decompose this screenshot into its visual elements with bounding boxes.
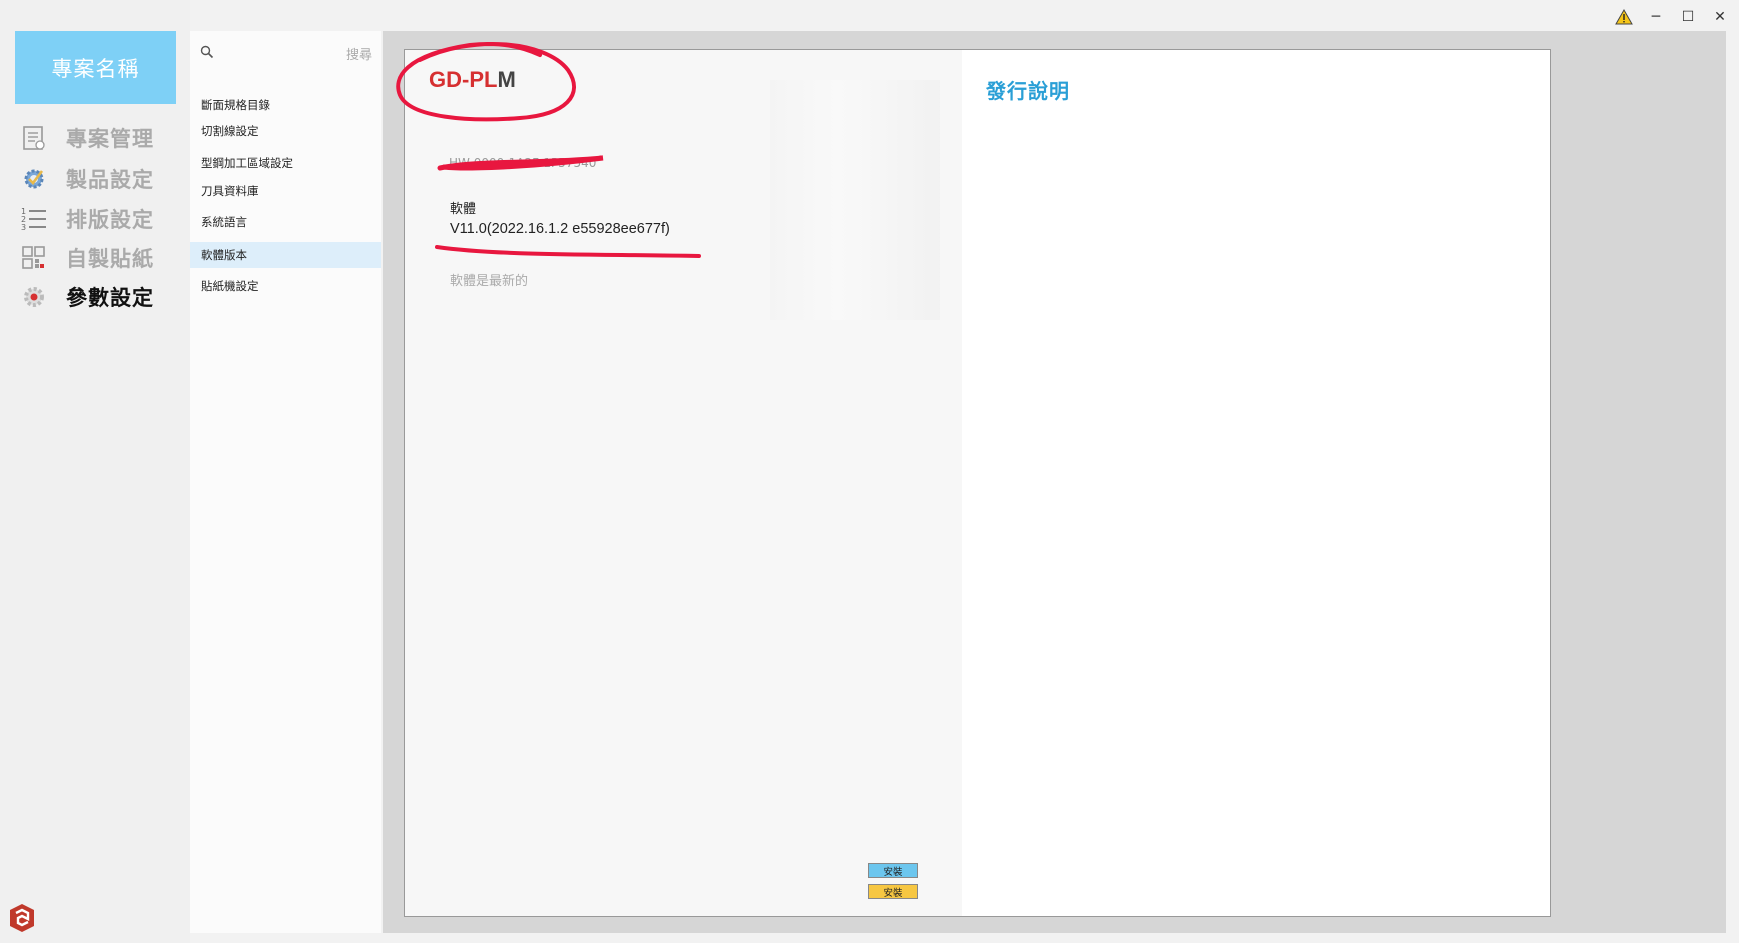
sidebar-item-layout-settings[interactable]: 123 排版設定	[20, 204, 190, 234]
submenu-item-label: 刀具資料庫	[201, 184, 259, 198]
gear-icon	[20, 283, 48, 311]
document-list-icon	[20, 124, 48, 152]
logo-l: L	[484, 67, 498, 92]
sidebar-item-label: 製品設定	[66, 168, 154, 192]
sidebar-item-label: 參數設定	[66, 286, 154, 310]
submenu-item-system-language[interactable]: 系統語言	[190, 209, 381, 235]
warning-icon[interactable]	[1613, 8, 1635, 26]
submenu-item-software-version[interactable]: 軟體版本	[190, 242, 381, 268]
window-controls: ─ ☐ ✕	[1613, 8, 1731, 26]
main-sidebar: 專案名稱 專案管理 製品設定 123 排版設定 自製貼紙 參數設定	[0, 0, 190, 943]
update-status: 軟體是最新的	[450, 274, 529, 289]
sidebar-item-label: 專案管理	[66, 127, 154, 151]
app-logo-icon	[6, 902, 38, 934]
submenu-item-label: 系統語言	[201, 215, 247, 229]
software-label: 軟體	[450, 202, 477, 217]
hardware-id: HW-0000-1A2F-1P57540	[449, 156, 597, 170]
search-placeholder: 搜尋	[345, 48, 372, 63]
minimize-button[interactable]: ─	[1645, 8, 1667, 26]
project-name-button[interactable]: 專案名稱	[15, 31, 176, 104]
submenu-item-machining-area[interactable]: 型鋼加工區域設定	[190, 150, 381, 176]
submenu-item-label: 貼紙機設定	[201, 279, 259, 293]
grid-tiles-icon	[20, 244, 48, 272]
release-notes-title: 發行說明	[986, 79, 1070, 103]
product-logo: GD-PLM	[429, 67, 516, 93]
settings-submenu: 搜尋 斷面規格目錄 切割線設定 型鋼加工區域設定 刀具資料庫 系統語言 軟體版本…	[190, 31, 381, 933]
software-version: V11.0(2022.16.1.2 e55928ee677f)	[450, 221, 670, 237]
background-watermark	[770, 80, 940, 320]
submenu-item-sticker-machine[interactable]: 貼紙機設定	[190, 273, 381, 299]
install-button-secondary[interactable]: 安裝	[868, 884, 918, 899]
search-box[interactable]: 搜尋	[200, 43, 372, 65]
sidebar-item-parameter-settings[interactable]: 參數設定	[20, 282, 190, 312]
maximize-button[interactable]: ☐	[1677, 8, 1699, 26]
svg-text:3: 3	[21, 223, 26, 232]
version-panel: GD-PLM HW-0000-1A2F-1P57540 軟體 V11.0(202…	[404, 49, 1551, 917]
submenu-item-label: 軟體版本	[201, 248, 247, 262]
version-info-pane: GD-PLM HW-0000-1A2F-1P57540 軟體 V11.0(202…	[405, 50, 962, 916]
install-button-primary[interactable]: 安裝	[868, 863, 918, 878]
submenu-item-section-catalog[interactable]: 斷面規格目錄	[190, 92, 381, 118]
search-icon	[200, 45, 214, 59]
sidebar-item-label: 自製貼紙	[66, 247, 154, 271]
sidebar-item-custom-sticker[interactable]: 自製貼紙	[20, 243, 190, 273]
submenu-item-label: 斷面規格目錄	[201, 98, 270, 112]
numbered-list-icon: 123	[20, 205, 48, 233]
submenu-item-label: 型鋼加工區域設定	[201, 156, 293, 170]
sidebar-item-label: 排版設定	[66, 208, 154, 232]
sidebar-item-product-settings[interactable]: 製品設定	[20, 164, 190, 194]
logo-prefix: GD-P	[429, 67, 484, 92]
submenu-item-label: 切割線設定	[201, 124, 259, 138]
logo-suffix: M	[497, 67, 516, 92]
submenu-item-cutting-line[interactable]: 切割線設定	[190, 118, 381, 144]
submenu-item-tool-database[interactable]: 刀具資料庫	[190, 178, 381, 204]
sidebar-item-project-management[interactable]: 專案管理	[20, 123, 190, 153]
close-button[interactable]: ✕	[1709, 8, 1731, 26]
gear-check-icon	[20, 165, 48, 193]
